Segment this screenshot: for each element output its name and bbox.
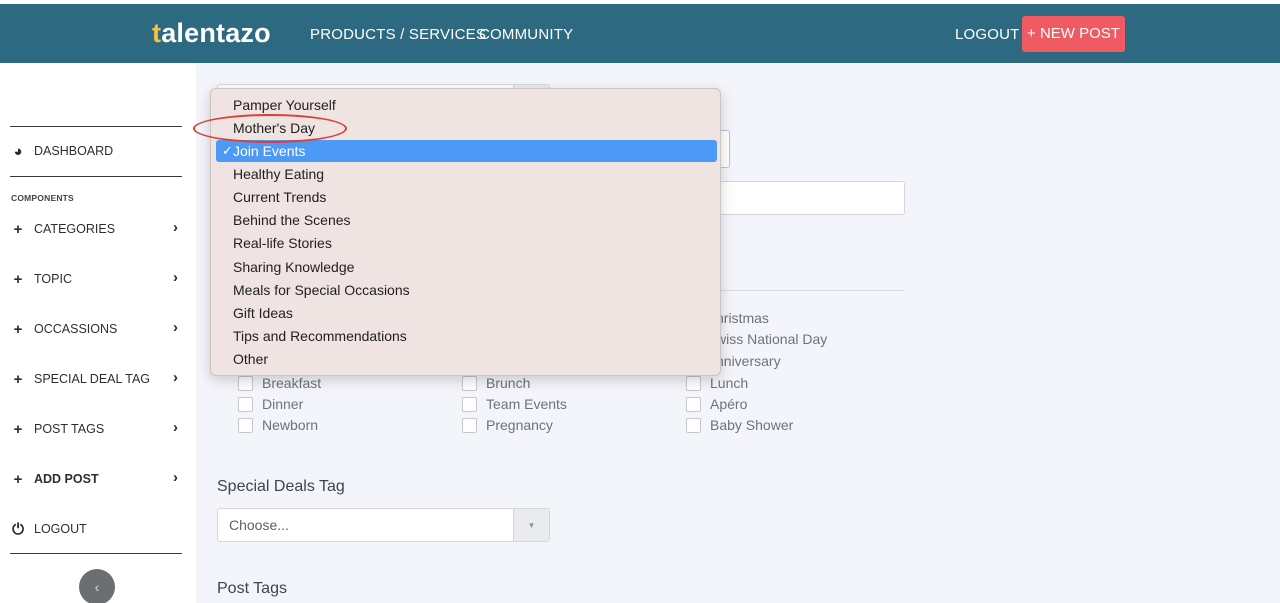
- sidebar-item-add-post[interactable]: + ADD POST ›: [11, 469, 186, 489]
- plus-icon: +: [13, 220, 23, 238]
- dashboard-gauge-icon: ◕: [13, 142, 23, 160]
- occasion-checkbox-brunch[interactable]: Brunch: [462, 374, 530, 392]
- post-tags-heading: Post Tags: [217, 580, 287, 597]
- checkbox-box: [238, 417, 253, 433]
- occasion-checkbox-newborn[interactable]: Newborn: [238, 416, 318, 434]
- menu-option-meals-for-special-occasions[interactable]: Meals for Special Occasions: [211, 279, 720, 301]
- checkbox-box: [462, 375, 477, 391]
- checkbox-label: Apéro: [710, 396, 748, 412]
- sidebar-item-occassions[interactable]: + OCCASSIONS ›: [11, 319, 186, 339]
- menu-option-gift-ideas[interactable]: Gift Ideas: [211, 302, 720, 324]
- sidebar-item-categories[interactable]: + CATEGORIES ›: [11, 219, 186, 239]
- sidebar-divider: [10, 126, 182, 127]
- sidebar-item-label: LOGOUT: [34, 522, 87, 536]
- chevron-right-icon: ›: [173, 269, 178, 286]
- checkbox-label: Brunch: [486, 375, 531, 391]
- special-deals-select[interactable]: Choose... ▾: [217, 508, 550, 542]
- occasion-christmas-label: hristmas: [716, 310, 769, 326]
- sidebar-item-post-tags[interactable]: + POST TAGS ›: [11, 419, 186, 439]
- menu-option-behind-the-scenes[interactable]: Behind the Scenes: [211, 209, 720, 231]
- checkbox-box: [462, 396, 477, 412]
- menu-option-tips-and-recommendations[interactable]: Tips and Recommendations: [211, 325, 720, 347]
- occasion-swiss-national-day-label: wiss National Day: [716, 331, 828, 347]
- chevron-right-icon: ›: [173, 219, 178, 236]
- sidebar-collapse-button[interactable]: ‹: [79, 569, 115, 603]
- special-deals-tag-heading: Special Deals Tag: [217, 478, 345, 495]
- menu-option-sharing-knowledge[interactable]: Sharing Knowledge: [211, 256, 720, 278]
- sidebar-item-label: TOPIC: [34, 272, 72, 286]
- power-icon: ⏻: [12, 520, 24, 538]
- occasion-checkbox-baby-shower[interactable]: Baby Shower: [686, 416, 793, 434]
- menu-option-healthy-eating[interactable]: Healthy Eating: [211, 163, 720, 185]
- checkbox-label: Pregnancy: [486, 417, 553, 433]
- checkbox-label: Breakfast: [262, 375, 322, 391]
- occasion-checkbox-dinner[interactable]: Dinner: [238, 395, 303, 413]
- annotation-ring: [193, 114, 347, 143]
- new-post-button[interactable]: + NEW POST: [1022, 16, 1125, 52]
- checkbox-box: [686, 417, 701, 433]
- chevron-right-icon: ›: [173, 419, 178, 436]
- sidebar-divider: [10, 553, 182, 554]
- nav-products-services[interactable]: PRODUCTS / SERVICES: [310, 26, 486, 43]
- text-input-field[interactable]: [700, 181, 905, 215]
- sidebar-item-label: SPECIAL DEAL TAG: [34, 372, 151, 386]
- talentazo-logo[interactable]: talentazo: [152, 18, 271, 49]
- sidebar-item-topic[interactable]: + TOPIC ›: [11, 269, 186, 289]
- menu-option-real-life-stories[interactable]: Real-life Stories: [211, 232, 720, 254]
- checkbox-box: [238, 375, 253, 391]
- chevron-left-icon: ‹: [94, 579, 100, 595]
- occasion-checkbox-lunch[interactable]: Lunch: [686, 374, 748, 392]
- chevron-right-icon: ›: [173, 469, 178, 486]
- checkmark-icon: ✓: [222, 143, 233, 158]
- sidebar-item-dashboard[interactable]: ◕ DASHBOARD: [11, 141, 186, 161]
- sidebar-item-label: DASHBOARD: [34, 144, 114, 158]
- checkbox-box: [238, 396, 253, 412]
- sidebar-item-label: OCCASSIONS: [34, 322, 118, 336]
- checkbox-label: Newborn: [262, 417, 319, 433]
- plus-icon: +: [13, 320, 23, 338]
- occasion-anniversary-label: nniversary: [716, 353, 781, 369]
- nav-community[interactable]: COMMUNITY: [479, 26, 573, 43]
- checkbox-label: Lunch: [710, 375, 749, 391]
- occasion-checkbox-apero[interactable]: Apéro: [686, 395, 747, 413]
- sidebar-item-label: ADD POST: [34, 472, 99, 486]
- chevron-down-icon: ▾: [513, 509, 549, 541]
- checkbox-label: Team Events: [486, 396, 567, 412]
- menu-option-pamper-yourself[interactable]: Pamper Yourself: [211, 94, 720, 116]
- menu-option-join-events[interactable]: ✓ Join Events: [216, 140, 717, 162]
- top-navbar: talentazo PRODUCTS / SERVICES COMMUNITY …: [0, 0, 1280, 63]
- logout-link[interactable]: LOGOUT: [955, 26, 1020, 43]
- sidebar-divider: [10, 176, 182, 177]
- sidebar: ◕ DASHBOARD COMPONENTS + CATEGORIES › + …: [0, 63, 196, 603]
- sidebar-item-special-deal-tag[interactable]: + SPECIAL DEAL TAG ›: [11, 369, 186, 389]
- plus-icon: +: [13, 270, 23, 288]
- chevron-right-icon: ›: [173, 319, 178, 336]
- checkbox-label: Dinner: [262, 396, 304, 412]
- components-heading: COMPONENTS: [11, 193, 74, 203]
- occasion-checkbox-pregnancy[interactable]: Pregnancy: [462, 416, 553, 434]
- occasion-checkbox-breakfast[interactable]: Breakfast: [238, 374, 321, 392]
- plus-icon: +: [13, 420, 23, 438]
- sidebar-item-logout[interactable]: ⏻ LOGOUT: [11, 519, 186, 539]
- select-placeholder: Choose...: [229, 517, 289, 533]
- sidebar-item-label: CATEGORIES: [34, 222, 116, 236]
- chevron-right-icon: ›: [173, 369, 178, 386]
- sidebar-item-label: POST TAGS: [34, 422, 105, 436]
- plus-icon: +: [13, 370, 23, 388]
- checkbox-box: [686, 396, 701, 412]
- menu-option-other[interactable]: Other: [211, 348, 720, 370]
- checkbox-box: [462, 417, 477, 433]
- checkbox-box: [686, 375, 701, 391]
- section-divider: [700, 290, 905, 291]
- occasion-checkbox-team-events[interactable]: Team Events: [462, 395, 567, 413]
- plus-icon: +: [13, 470, 23, 488]
- menu-option-label: Join Events: [233, 143, 306, 159]
- menu-option-current-trends[interactable]: Current Trends: [211, 186, 720, 208]
- checkbox-label: Baby Shower: [710, 417, 794, 433]
